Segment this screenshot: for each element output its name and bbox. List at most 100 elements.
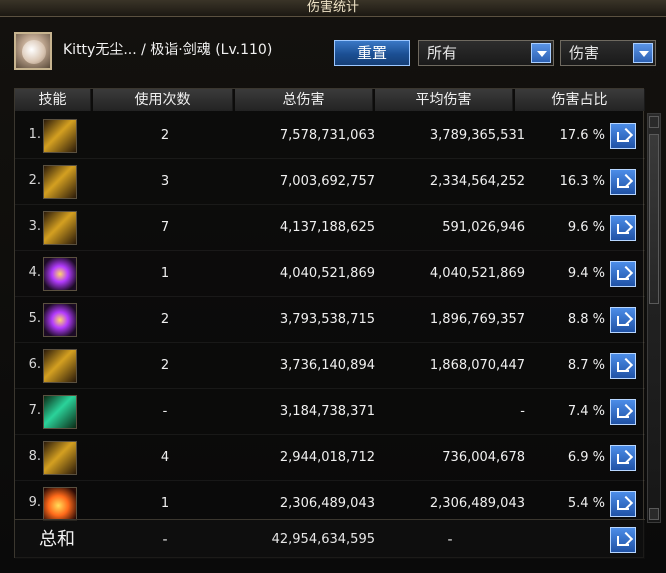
header-average-damage: 平均伤害	[375, 89, 513, 111]
share-icon[interactable]	[610, 169, 636, 195]
row-total-damage: 3,736,140,894	[279, 358, 375, 373]
table-row: 2. 3 7,003,692,757 2,334,564,252 16.3 %	[15, 159, 645, 205]
summary-uses: -	[162, 532, 168, 548]
row-uses: -	[162, 404, 168, 419]
share-icon[interactable]	[610, 527, 636, 553]
row-average-damage: 1,868,070,447	[429, 358, 525, 373]
table-row: 3. 7 4,137,188,625 591,026,946 9.6 %	[15, 205, 645, 251]
row-uses: 2	[160, 128, 170, 143]
damage-stats-window: 伤害统计 Kitty无尘... / 极诣·剑魂 (Lv.110) 重置 所有 伤…	[0, 0, 666, 573]
row-damage-percent: 17.6 %	[559, 128, 605, 143]
skill-sword-icon	[43, 119, 77, 153]
row-average-damage: 2,306,489,043	[429, 496, 525, 511]
table-row: 7. - 3,184,738,371 - 7.4 %	[15, 389, 645, 435]
row-uses: 1	[160, 496, 170, 511]
row-average-damage: 591,026,946	[442, 220, 525, 235]
header-total-damage: 总伤害	[235, 89, 373, 111]
row-damage-percent: 6.9 %	[567, 450, 605, 465]
chevron-down-icon[interactable]	[531, 43, 551, 63]
skill-flash-icon	[43, 487, 77, 521]
summary-average-damage: -	[447, 532, 453, 548]
row-index: 3.	[28, 219, 41, 234]
share-icon[interactable]	[610, 215, 636, 241]
row-average-damage: 3,789,365,531	[429, 128, 525, 143]
row-damage-percent: 9.6 %	[567, 220, 605, 235]
row-index: 6.	[28, 357, 41, 372]
row-uses: 2	[160, 312, 170, 327]
row-average-damage: -	[520, 404, 525, 419]
row-total-damage: 2,944,018,712	[279, 450, 375, 465]
row-total-damage: 4,137,188,625	[279, 220, 375, 235]
scroll-up-icon[interactable]	[649, 116, 659, 128]
row-index: 7.	[28, 403, 41, 418]
header-uses: 使用次数	[93, 89, 233, 111]
skill-strike-icon	[43, 303, 77, 337]
row-uses: 2	[160, 358, 170, 373]
scroll-thumb[interactable]	[649, 134, 659, 304]
character-display: Kitty无尘... / 极诣·剑魂 (Lv.110)	[63, 42, 273, 58]
row-index: 9.	[28, 495, 41, 510]
scroll-down-icon[interactable]	[649, 508, 659, 520]
row-total-damage: 3,184,738,371	[279, 404, 375, 419]
share-icon[interactable]	[610, 353, 636, 379]
avatar	[14, 32, 52, 70]
share-icon[interactable]	[610, 491, 636, 517]
row-uses: 4	[160, 450, 170, 465]
chevron-down-icon[interactable]	[633, 43, 653, 63]
damage-table: 技能 使用次数 总伤害 平均伤害 伤害占比 1. 2 7,578,731,063…	[14, 88, 661, 559]
share-icon[interactable]	[610, 445, 636, 471]
row-total-damage: 3,793,538,715	[279, 312, 375, 327]
row-index: 4.	[28, 265, 41, 280]
row-uses: 1	[160, 266, 170, 281]
skill-kanji-icon	[43, 395, 77, 429]
table-row: 4. 1 4,040,521,869 4,040,521,869 9.4 %	[15, 251, 645, 297]
metric-select[interactable]: 伤害	[560, 40, 656, 66]
row-damage-percent: 8.7 %	[567, 358, 605, 373]
table-row: 6. 2 3,736,140,894 1,868,070,447 8.7 %	[15, 343, 645, 389]
row-index: 8.	[28, 449, 41, 464]
metric-select-value: 伤害	[569, 44, 600, 62]
share-icon[interactable]	[610, 399, 636, 425]
row-average-damage: 736,004,678	[442, 450, 525, 465]
share-icon[interactable]	[610, 307, 636, 333]
table-scrollbar[interactable]	[647, 113, 661, 523]
window-title: 伤害统计	[0, 0, 666, 17]
skill-slash-icon	[43, 165, 77, 199]
row-total-damage: 2,306,489,043	[279, 496, 375, 511]
row-damage-percent: 9.4 %	[567, 266, 605, 281]
row-index: 2.	[28, 173, 41, 188]
row-total-damage: 7,578,731,063	[279, 128, 375, 143]
skill-sweep-icon	[43, 441, 77, 475]
row-average-damage: 4,040,521,869	[429, 266, 525, 281]
skill-charge-icon	[43, 211, 77, 245]
row-uses: 7	[160, 220, 170, 235]
row-average-damage: 2,334,564,252	[429, 174, 525, 189]
summary-row: 总和 - 42,954,634,595 -	[15, 519, 645, 559]
scope-select[interactable]: 所有	[418, 40, 554, 66]
row-damage-percent: 7.4 %	[567, 404, 605, 419]
scope-select-value: 所有	[427, 44, 458, 62]
share-icon[interactable]	[610, 123, 636, 149]
row-damage-percent: 16.3 %	[559, 174, 605, 189]
skill-burst-icon	[43, 257, 77, 291]
row-total-damage: 7,003,692,757	[279, 174, 375, 189]
row-damage-percent: 8.8 %	[567, 312, 605, 327]
row-damage-percent: 5.4 %	[567, 496, 605, 511]
table-header: 技能 使用次数 总伤害 平均伤害 伤害占比	[15, 89, 645, 111]
reset-button[interactable]: 重置	[334, 40, 410, 66]
row-index: 5.	[28, 311, 41, 326]
share-icon[interactable]	[610, 261, 636, 287]
header-skill: 技能	[15, 89, 91, 111]
header-damage-percent: 伤害占比	[515, 89, 645, 111]
table-row: 8. 4 2,944,018,712 736,004,678 6.9 %	[15, 435, 645, 481]
table-row: 5. 2 3,793,538,715 1,896,769,357 8.8 %	[15, 297, 645, 343]
row-uses: 3	[160, 174, 170, 189]
table-row: 1. 2 7,578,731,063 3,789,365,531 17.6 %	[15, 113, 645, 159]
summary-label: 总和	[39, 529, 75, 550]
row-average-damage: 1,896,769,357	[429, 312, 525, 327]
row-total-damage: 4,040,521,869	[279, 266, 375, 281]
row-index: 1.	[28, 127, 41, 142]
skill-wave-icon	[43, 349, 77, 383]
header: Kitty无尘... / 极诣·剑魂 (Lv.110) 重置 所有 伤害	[8, 28, 658, 76]
summary-total-damage: 42,954,634,595	[271, 532, 375, 547]
